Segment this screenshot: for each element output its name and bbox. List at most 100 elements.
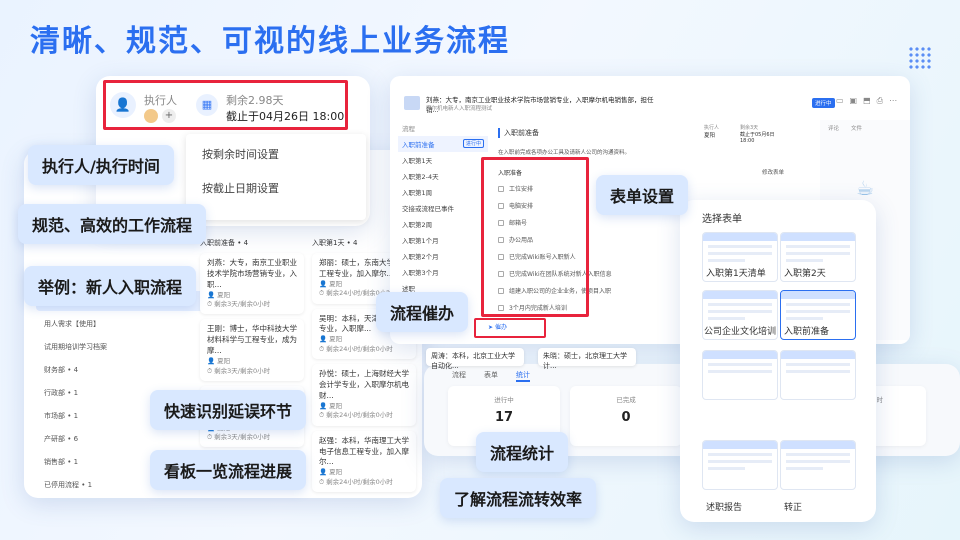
sidebar-item-label: 市场部 • 1 [44, 412, 79, 420]
stage-label: 入职第1个月 [402, 237, 439, 245]
sidebar-item-label: 已停用流程 • 1 [44, 481, 93, 489]
sidebar-item-label: 销售部 • 1 [44, 458, 79, 466]
executor-info-label: 执行人 [704, 125, 720, 131]
form-template-thumb[interactable] [780, 350, 856, 400]
pill-stats: 流程统计 [476, 432, 569, 472]
form-template-label: 转正 [784, 503, 803, 513]
form-template-thumb[interactable] [702, 440, 778, 490]
stage-sidebar-title: 流程 [402, 125, 415, 133]
card-owner: 👤 夏阳 [207, 357, 231, 366]
pill-urge: 流程催办 [376, 292, 469, 332]
kanban-sidebar-item[interactable]: 财务部 • 4 [36, 360, 204, 380]
stat-card: 已完成 0 [570, 386, 682, 446]
urge-button-label: 催办 [494, 324, 507, 331]
urge-button[interactable]: ➤ 催办 [488, 322, 507, 331]
time-text: 剩余3天/剩余0小时 [214, 432, 271, 441]
stage-item[interactable]: 入职前准备 进行中 [398, 136, 488, 152]
time-text: 剩余24小时/剩余0小时 [326, 477, 393, 486]
stage-item[interactable]: 入职第1周 [398, 184, 488, 200]
menu-item-by-remaining[interactable]: 按剩余时间设置 [186, 134, 366, 170]
form-template-label: 入职前准备 [784, 327, 830, 337]
owner-name: 夏阳 [329, 401, 343, 410]
select-form-title: 选择表单 [702, 214, 742, 225]
form-template-label: 入职第2天 [784, 269, 826, 279]
owner-name: 夏阳 [329, 279, 343, 288]
time-text: 剩余3天/剩余0小时 [214, 366, 271, 375]
column-title: 入职前准备 • 4 [200, 239, 249, 247]
stage-item[interactable]: 入职第2周 [398, 216, 488, 232]
time-text: 剩余24小时/剩余0小时 [326, 411, 393, 420]
pill-kanban: 看板一览流程进展 [150, 450, 307, 490]
menu-item-by-deadline[interactable]: 按截止日期设置 [186, 170, 366, 206]
form-template-label: 入职第1天清单 [706, 269, 766, 279]
stage-item[interactable]: 入职第2个月 [398, 248, 488, 264]
stats-tab[interactable]: 统计 [516, 370, 530, 382]
sidebar-item-label: 产研部 • 6 [44, 435, 79, 443]
kanban-card[interactable]: 周涛：本科，北京工业大学自动化... [426, 348, 524, 370]
owner-name: 夏阳 [217, 357, 231, 366]
stage-item[interactable]: 交接或流程已事件 [398, 200, 488, 216]
stat-label: 进行中 [494, 396, 514, 404]
card-text: 赵强：本科，华南理工大学电子信息工程专业，加入摩尔... [319, 435, 409, 467]
sidebar-item-label: 财务部 • 4 [44, 366, 79, 374]
owner-name: 夏阳 [217, 290, 231, 299]
stat-value: 17 [494, 410, 514, 425]
card-owner: 👤 夏阳 [319, 401, 343, 410]
card-text: 刘燕：大专，南京工业职业技术学院市场营销专业，入职... [207, 258, 297, 289]
page-title: 清晰、规范、可视的线上业务流程 [30, 24, 510, 59]
tab-comments[interactable]: 评论 [828, 124, 839, 132]
kanban-sidebar-item[interactable]: 试用期培训学习档案 [36, 337, 204, 357]
form-template-label: 公司企业文化培训 [704, 327, 777, 337]
kanban-sidebar-item[interactable]: 用人需求【使用】 [36, 314, 204, 334]
card-time: ⏱ 剩余24小时/剩余0小时 [319, 411, 393, 420]
stat-label: 已完成 [616, 396, 636, 404]
pill-form: 表单设置 [596, 175, 689, 215]
pill-executor: 执行人/执行时间 [28, 145, 174, 185]
stats-tab[interactable]: 表单 [484, 370, 498, 382]
tab-files[interactable]: 文件 [851, 124, 862, 132]
stat-value: 0 [621, 410, 631, 425]
stage-label: 入职第2-4天 [402, 173, 439, 181]
card-text: 孙悦：硕士，上海财经大学会计学专业，入职摩尔机电财... [319, 369, 409, 400]
form-template-label: 述职报告 [706, 503, 743, 513]
time-setting-menu: 按剩余时间设置 按截止日期设置 [186, 134, 366, 220]
stats-tabs: 流程 表单 统计 [452, 370, 530, 382]
stage-title: 入职前准备 [498, 128, 539, 138]
stage-badge: 进行中 [462, 139, 484, 148]
card-owner: 👤 夏阳 [207, 290, 231, 299]
remaining-info: 剩余3天 [740, 125, 759, 131]
form-template-thumb[interactable] [780, 440, 856, 490]
empty-cup-icon: ☕ [856, 176, 874, 200]
toolbar-icons: ▭▣⬒⎙⋯ [836, 96, 904, 105]
card-time: ⏱ 剩余3天/剩余0小时 [207, 432, 271, 441]
stage-label: 入职第2周 [402, 221, 433, 229]
card-time: ⏱ 剩余24小时/剩余0小时 [319, 344, 393, 353]
time-text: 剩余24小时/剩余0小时 [326, 344, 393, 353]
kanban-card[interactable]: 赵强：本科，华南理工大学电子信息工程专业，加入摩尔... 👤 夏阳 ⏱ 剩余24小时… [312, 430, 416, 493]
select-form-panel: 选择表单 入职第1天清单 入职第2天公司企业文化培训 入职前准备述职报告 转正 [680, 200, 876, 522]
edit-form-link[interactable]: 修改表单 [762, 168, 784, 176]
owner-name: 夏阳 [329, 335, 343, 344]
sidebar-item-label: 用人需求【使用】 [44, 320, 100, 328]
kanban-sidebar-item[interactable]: 产研部 • 6 [36, 429, 204, 449]
stage-item[interactable]: 入职第2-4天 [398, 168, 488, 184]
card-owner: 👤 夏阳 [319, 468, 343, 477]
stage-label: 入职第3个月 [402, 269, 439, 277]
stage-item[interactable]: 入职第1个月 [398, 232, 488, 248]
highlight-urge [474, 318, 546, 338]
stage-item[interactable]: 入职第1天 [398, 152, 488, 168]
stage-label: 交接或流程已事件 [402, 205, 454, 213]
deadline-info: 截止于05月6日 18:00 [740, 132, 775, 144]
pill-efficiency: 了解流程流转效率 [440, 478, 597, 518]
kanban-card[interactable]: 刘燕：大专，南京工业职业技术学院市场营销专业，入职... 👤 夏阳 ⏱ 剩余3天/剩… [200, 253, 304, 315]
form-template-thumb[interactable] [702, 350, 778, 400]
kanban-card[interactable]: 孙悦：硕士，上海财经大学会计学专业，入职摩尔机电财... 👤 夏阳 ⏱ 剩余24小时… [312, 364, 416, 426]
stats-tab[interactable]: 流程 [452, 370, 466, 382]
card-time: ⏱ 剩余3天/剩余0小时 [207, 300, 271, 309]
kanban-card[interactable]: 朱晓：硕士，北京理工大学计... [538, 348, 636, 370]
stage-label: 入职前准备 [402, 141, 435, 149]
card-text: 王刚：博士，华中科技大学材料科学与工程专业，成为摩... [207, 324, 297, 356]
stage-item[interactable]: 入职第3个月 [398, 264, 488, 280]
task-subtitle: 摩尔机电新人入职流程测试 [426, 106, 493, 112]
kanban-card[interactable]: 王刚：博士，华中科技大学材料科学与工程专业，成为摩... 👤 夏阳 ⏱ 剩余3天/剩… [200, 319, 304, 381]
